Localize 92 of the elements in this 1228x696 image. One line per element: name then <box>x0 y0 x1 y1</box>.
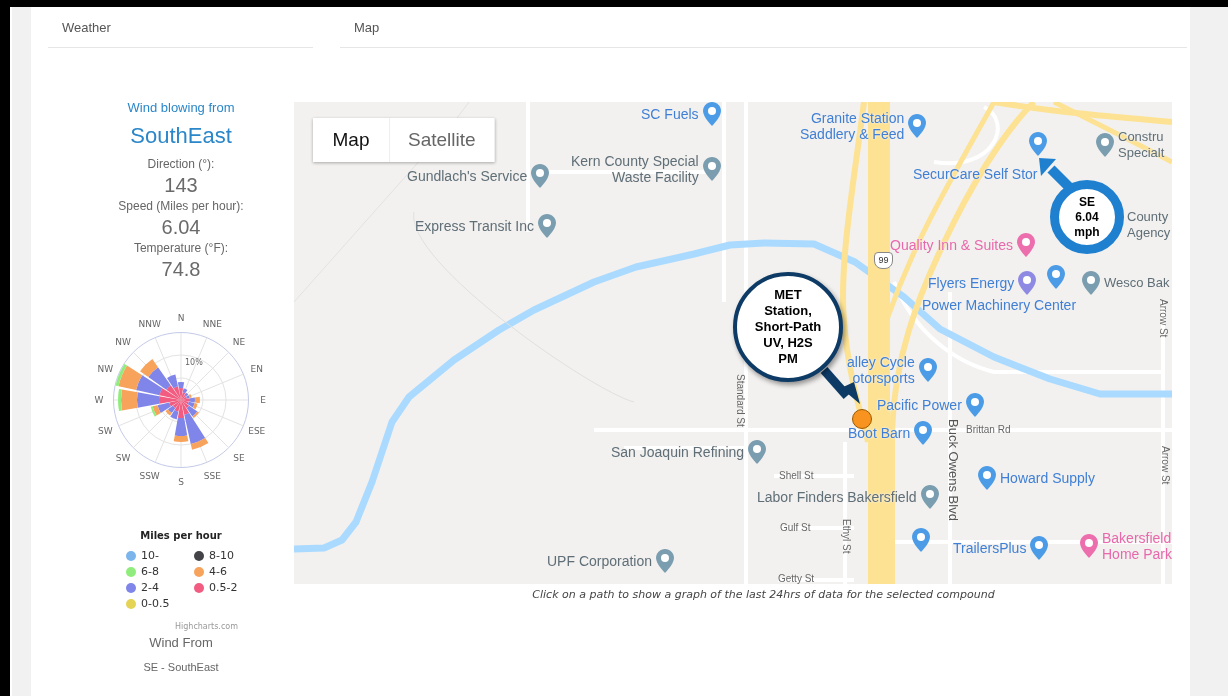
map-pin-icon <box>1047 265 1065 289</box>
panel-title: Map <box>340 7 1187 48</box>
place-label: SC Fuels <box>641 106 699 122</box>
map-pin-icon <box>702 157 721 181</box>
direction-label: SSE <box>203 470 221 481</box>
wind-heading: Wind blowing from <box>127 99 235 116</box>
wind-direction-name: SouthEast <box>130 122 232 150</box>
map-pin-icon <box>656 549 675 573</box>
place-label: Wesco Bak <box>1104 275 1170 291</box>
map-pin-icon <box>978 466 996 490</box>
map-type-tab[interactable]: Map <box>313 118 390 162</box>
direction-label: S <box>178 477 184 487</box>
map-pin-icon <box>1030 536 1049 560</box>
legend-label: 6-8 <box>141 564 159 580</box>
chart-credit: Highcharts.com <box>175 622 238 631</box>
map-pin-icon <box>1080 534 1098 558</box>
map-pin-icon <box>531 164 550 188</box>
place-label: County Agency <box>1127 209 1171 241</box>
panel-title: Weather <box>48 7 313 48</box>
map-pin-icon <box>965 393 984 417</box>
map-caption: Click on a path to show a graph of the last 24hrs of data for the selected compound <box>531 588 996 601</box>
map-pin-icon <box>912 528 930 552</box>
place-label: Pacific Power <box>877 397 962 413</box>
direction-label: NNE <box>202 319 222 330</box>
legend-label: 2-4 <box>141 580 159 596</box>
direction-label: SW <box>115 452 131 463</box>
map-pin-icon <box>1082 271 1100 295</box>
place-label: UPF Corporation <box>547 553 653 569</box>
map-pin-icon <box>702 102 721 126</box>
wind-callout: SE 6.04 mph <box>1050 180 1124 254</box>
direction-label: EN <box>250 363 263 374</box>
direction-label: NW <box>97 363 114 374</box>
legend-label: 4-6 <box>209 564 227 580</box>
direction-label: NE <box>232 337 246 347</box>
map-pin-icon <box>538 214 557 238</box>
place-label: Boot Barn <box>848 425 911 441</box>
street-label: Brittan Rd <box>966 424 1011 436</box>
place-label: SecurCare Self Stor <box>913 166 1038 182</box>
field-label: Speed (Miles per hour): <box>118 198 244 214</box>
map-pin-icon <box>908 114 927 138</box>
place-label: Bakersfield Home Park <box>1102 530 1172 562</box>
map-pin-icon <box>918 358 937 382</box>
direction-label: SSW <box>139 470 160 481</box>
direction-label: SW <box>97 426 113 437</box>
place-label: Howard Supply <box>1000 470 1095 486</box>
direction-label: N <box>177 313 185 323</box>
map-pin-icon <box>748 440 767 464</box>
field-label: Direction (°): <box>147 156 215 172</box>
legend-label: 0-0.5 <box>141 596 170 612</box>
map-pin-icon <box>1018 271 1037 295</box>
direction-label: W <box>94 395 104 405</box>
highway-shield: 99 <box>874 252 893 269</box>
map-type-tab[interactable]: Satellite <box>390 118 495 162</box>
direction-label: NNW <box>138 319 161 330</box>
street-label: Getty St <box>778 573 815 584</box>
place-label: Granite Station Saddlery & Feed <box>800 110 905 142</box>
wind-from-value: SE - SouthEast <box>143 660 219 674</box>
place-label: Flyers Energy <box>928 275 1015 291</box>
legend-label: 0.5-2 <box>209 580 238 596</box>
place-label: San Joaquin Refining <box>611 444 745 460</box>
street-label: Arrow St <box>1159 446 1171 485</box>
field-value: 74.8 <box>161 258 201 280</box>
map-pin-icon <box>1016 233 1035 257</box>
place-label: Kern County Special Waste Facility <box>571 153 699 185</box>
map-pin-icon <box>920 485 939 509</box>
legend-label: 10- <box>141 548 159 564</box>
street-label: Ethyl St <box>840 519 852 554</box>
place-label: alley Cycle otorsports <box>847 354 915 386</box>
map-pin-icon <box>914 421 933 445</box>
street-label: Shell St <box>779 470 814 482</box>
field-value: 6.04 <box>161 216 201 238</box>
ring-label: 10% <box>185 358 203 367</box>
place-label: Gundlach's Service <box>407 168 528 184</box>
map-pin-icon <box>1029 132 1047 156</box>
place-label: Power Machinery Center <box>922 297 1077 313</box>
legend-label: 8-10 <box>209 548 234 564</box>
direction-label: ESE <box>248 426 266 437</box>
direction-label: E <box>260 395 266 405</box>
place-label: Express Transit Inc <box>415 218 535 234</box>
direction-label: SE <box>233 452 245 463</box>
wind-from-label: Wind From <box>149 634 213 651</box>
field-value: 143 <box>164 174 198 196</box>
street-label: Arrow St <box>1157 299 1169 338</box>
street-label: Standard St <box>734 374 746 427</box>
map-pin-icon <box>1096 133 1114 157</box>
street-label: Gulf St <box>780 522 811 534</box>
street-label: Buck Owens Blvd <box>946 419 961 521</box>
legend-title: Miles per hour <box>140 529 222 543</box>
place-label: TrailersPlus <box>953 540 1027 556</box>
station-marker <box>852 409 872 429</box>
field-label: Temperature (°F): <box>133 240 229 256</box>
direction-label: NW <box>115 337 131 347</box>
